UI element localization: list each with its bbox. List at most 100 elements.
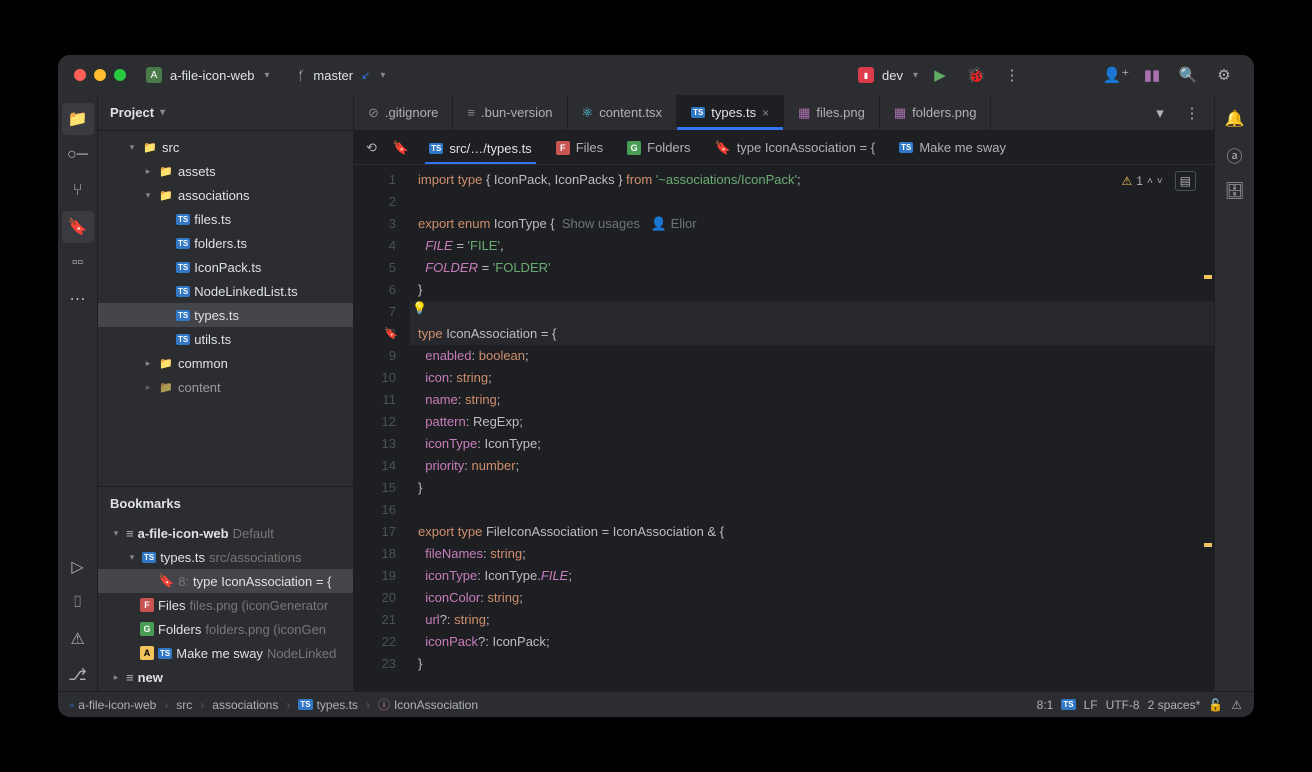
tree-file[interactable]: TSIconPack.ts	[98, 255, 353, 279]
tab-types-active[interactable]: TStypes.ts×	[677, 95, 784, 130]
bm-chip-files[interactable]: FFiles	[552, 136, 607, 159]
bookmark-icon[interactable]: 🔖	[393, 140, 409, 156]
chevron-down-icon[interactable]: ▾	[380, 70, 385, 81]
bm-item[interactable]: FFilesfiles.png (iconGenerator	[98, 593, 353, 617]
file-encoding[interactable]: UTF-8	[1106, 698, 1140, 712]
project-name[interactable]: a-file-icon-web	[170, 68, 255, 83]
close-tab-icon[interactable]: ×	[762, 106, 769, 120]
editor-tabs: ⊘.gitignore ≡.bun-version ⚛content.tsx T…	[354, 95, 1214, 131]
problems-status-icon[interactable]: ⚠	[1231, 698, 1242, 712]
commit-tool-icon[interactable]: ○─	[62, 139, 94, 171]
run-config[interactable]: dev	[882, 68, 903, 83]
ide-update-icon[interactable]: ▮▮	[1138, 61, 1166, 89]
chevron-down-icon[interactable]: ▾	[913, 70, 918, 81]
database-icon[interactable]: 🗄	[1219, 175, 1251, 207]
vcs-tool-icon[interactable]: ⎇	[62, 659, 94, 691]
terminal-tool-icon[interactable]: ⌷	[62, 587, 94, 619]
titlebar: A a-file-icon-web ▾ ᚶ master ↙ ▾ ▮ dev ▾…	[58, 55, 1254, 95]
bookmarks-header[interactable]: Bookmarks	[98, 487, 353, 519]
maximize-window-icon[interactable]	[114, 69, 126, 81]
project-tool-icon[interactable]: 📁	[62, 103, 94, 135]
tree-folder-src[interactable]: ▾📁src	[98, 135, 353, 159]
editor-area: ⊘.gitignore ≡.bun-version ⚛content.tsx T…	[354, 95, 1214, 691]
error-stripe[interactable]	[1202, 165, 1214, 691]
close-window-icon[interactable]	[74, 69, 86, 81]
tree-folder-assets[interactable]: ▸📁assets	[98, 159, 353, 183]
run-tool-icon[interactable]: ▷	[62, 551, 94, 583]
bm-item[interactable]: ATSMake me swayNodeLinked	[98, 641, 353, 665]
services-tool-icon[interactable]: ▫▫	[62, 247, 94, 279]
bm-item[interactable]: GFoldersfolders.png (iconGen	[98, 617, 353, 641]
statusbar: ▫a-file-icon-web ›src ›associations ›TSt…	[58, 691, 1254, 717]
more-icon[interactable]: ⋮	[998, 61, 1026, 89]
indent-setting[interactable]: 2 spaces*	[1148, 698, 1201, 712]
bookmark-gutter-icon[interactable]: 🔖	[384, 323, 398, 345]
tab-filespng[interactable]: ▦files.png	[784, 95, 880, 130]
tab-bunversion[interactable]: ≡.bun-version	[453, 95, 567, 130]
structure-tool-icon[interactable]: ⑂	[62, 175, 94, 207]
line-separator[interactable]: LF	[1084, 698, 1098, 712]
tab-more-icon[interactable]: ⋮	[1178, 99, 1206, 127]
project-header[interactable]: Project ▾	[98, 95, 353, 131]
author-hint[interactable]: Elior	[671, 216, 697, 231]
line-gutter: 12345678🔖91011121314151617181920212223	[354, 165, 410, 691]
tab-gitignore[interactable]: ⊘.gitignore	[354, 95, 453, 130]
tree-file-selected[interactable]: TStypes.ts	[98, 303, 353, 327]
tree-file[interactable]: TSfolders.ts	[98, 231, 353, 255]
run-icon[interactable]: ▶	[926, 61, 954, 89]
bm-chip-iconassoc[interactable]: 🔖type IconAssociation = {	[711, 136, 880, 160]
bm-group[interactable]: ▸≡new	[98, 665, 353, 689]
project-tree[interactable]: ▾📁src ▸📁assets ▾📁associations TSfiles.ts…	[98, 131, 353, 486]
reader-mode-icon[interactable]: ▤	[1175, 171, 1196, 191]
minimize-window-icon[interactable]	[94, 69, 106, 81]
more-tool-icon[interactable]: ⋯	[62, 283, 94, 315]
branch-name[interactable]: master	[313, 68, 353, 83]
bm-group[interactable]: ▾≡a-file-icon-webDefault	[98, 521, 353, 545]
left-tool-rail: 📁 ○─ ⑂ 🔖 ▫▫ ⋯ ▷ ⌷ ⚠ ⎇	[58, 95, 98, 691]
bookmarks-tree[interactable]: ▾≡a-file-icon-webDefault ▾TStypes.tssrc/…	[98, 519, 353, 691]
chevron-down-icon[interactable]: ▾	[265, 70, 270, 81]
bookmark-bar: ⟲ 🔖 TSsrc/…/types.ts FFiles GFolders 🔖ty…	[354, 131, 1214, 165]
search-icon[interactable]: 🔍	[1174, 61, 1202, 89]
code-editor[interactable]: 12345678🔖91011121314151617181920212223 i…	[354, 165, 1214, 691]
tree-file[interactable]: TSutils.ts	[98, 327, 353, 351]
project-sidebar: Project ▾ ▾📁src ▸📁assets ▾📁associations …	[98, 95, 354, 691]
bm-chip-current[interactable]: TSsrc/…/types.ts	[425, 137, 536, 164]
sync-icon[interactable]: ⟲	[366, 140, 377, 156]
bm-chip-folders[interactable]: GFolders	[623, 136, 694, 159]
notifications-icon[interactable]: 🔔	[1219, 103, 1251, 135]
bm-line-selected[interactable]: 🔖8:type IconAssociation = {	[98, 569, 353, 593]
window-controls	[74, 69, 126, 81]
vcs-branch-icon[interactable]: ᚶ	[298, 68, 306, 83]
intention-bulb-icon[interactable]: 💡	[412, 301, 427, 315]
tree-folder-associations[interactable]: ▾📁associations	[98, 183, 353, 207]
project-badge-icon: A	[146, 67, 162, 83]
bm-file[interactable]: ▾TStypes.tssrc/associations	[98, 545, 353, 569]
tree-file[interactable]: TSNodeLinkedList.ts	[98, 279, 353, 303]
show-usages-hint[interactable]: Show usages	[562, 216, 640, 231]
code-content[interactable]: import type { IconPack, IconPacks } from…	[410, 165, 1214, 691]
ts-service-icon[interactable]: TS	[1061, 699, 1075, 710]
incoming-icon[interactable]: ↙	[361, 69, 370, 82]
inspection-widget[interactable]: ⚠ 1 ˄˅ ▤	[1122, 171, 1196, 191]
bookmarks-panel: Bookmarks ▾≡a-file-icon-webDefault ▾TSty…	[98, 486, 353, 691]
tab-folderspng[interactable]: ▦folders.png	[880, 95, 992, 130]
breadcrumb[interactable]: ▫a-file-icon-web ›src ›associations ›TSt…	[70, 696, 478, 713]
settings-icon[interactable]: ⚙	[1210, 61, 1238, 89]
tree-folder-common[interactable]: ▸📁common	[98, 351, 353, 375]
problems-tool-icon[interactable]: ⚠	[62, 623, 94, 655]
cursor-position[interactable]: 8:1	[1037, 698, 1054, 712]
debug-icon[interactable]: 🐞	[962, 61, 990, 89]
tree-file[interactable]: TSfiles.ts	[98, 207, 353, 231]
ai-assistant-icon[interactable]: ⓐ	[1219, 139, 1251, 171]
bm-chip-sway[interactable]: TSMake me sway	[895, 136, 1010, 159]
tree-folder-content[interactable]: ▸📁content	[98, 375, 353, 399]
codewithme-icon[interactable]: 👤⁺	[1102, 61, 1130, 89]
chevron-down-icon[interactable]: ▾	[160, 107, 165, 118]
warning-icon: ⚠	[1122, 174, 1133, 188]
bookmarks-tool-icon[interactable]: 🔖	[62, 211, 94, 243]
tab-dropdown-icon[interactable]: ▾	[1146, 99, 1174, 127]
ide-window: A a-file-icon-web ▾ ᚶ master ↙ ▾ ▮ dev ▾…	[58, 55, 1254, 717]
readonly-lock-icon[interactable]: 🔓	[1208, 698, 1223, 712]
tab-content[interactable]: ⚛content.tsx	[568, 95, 678, 130]
